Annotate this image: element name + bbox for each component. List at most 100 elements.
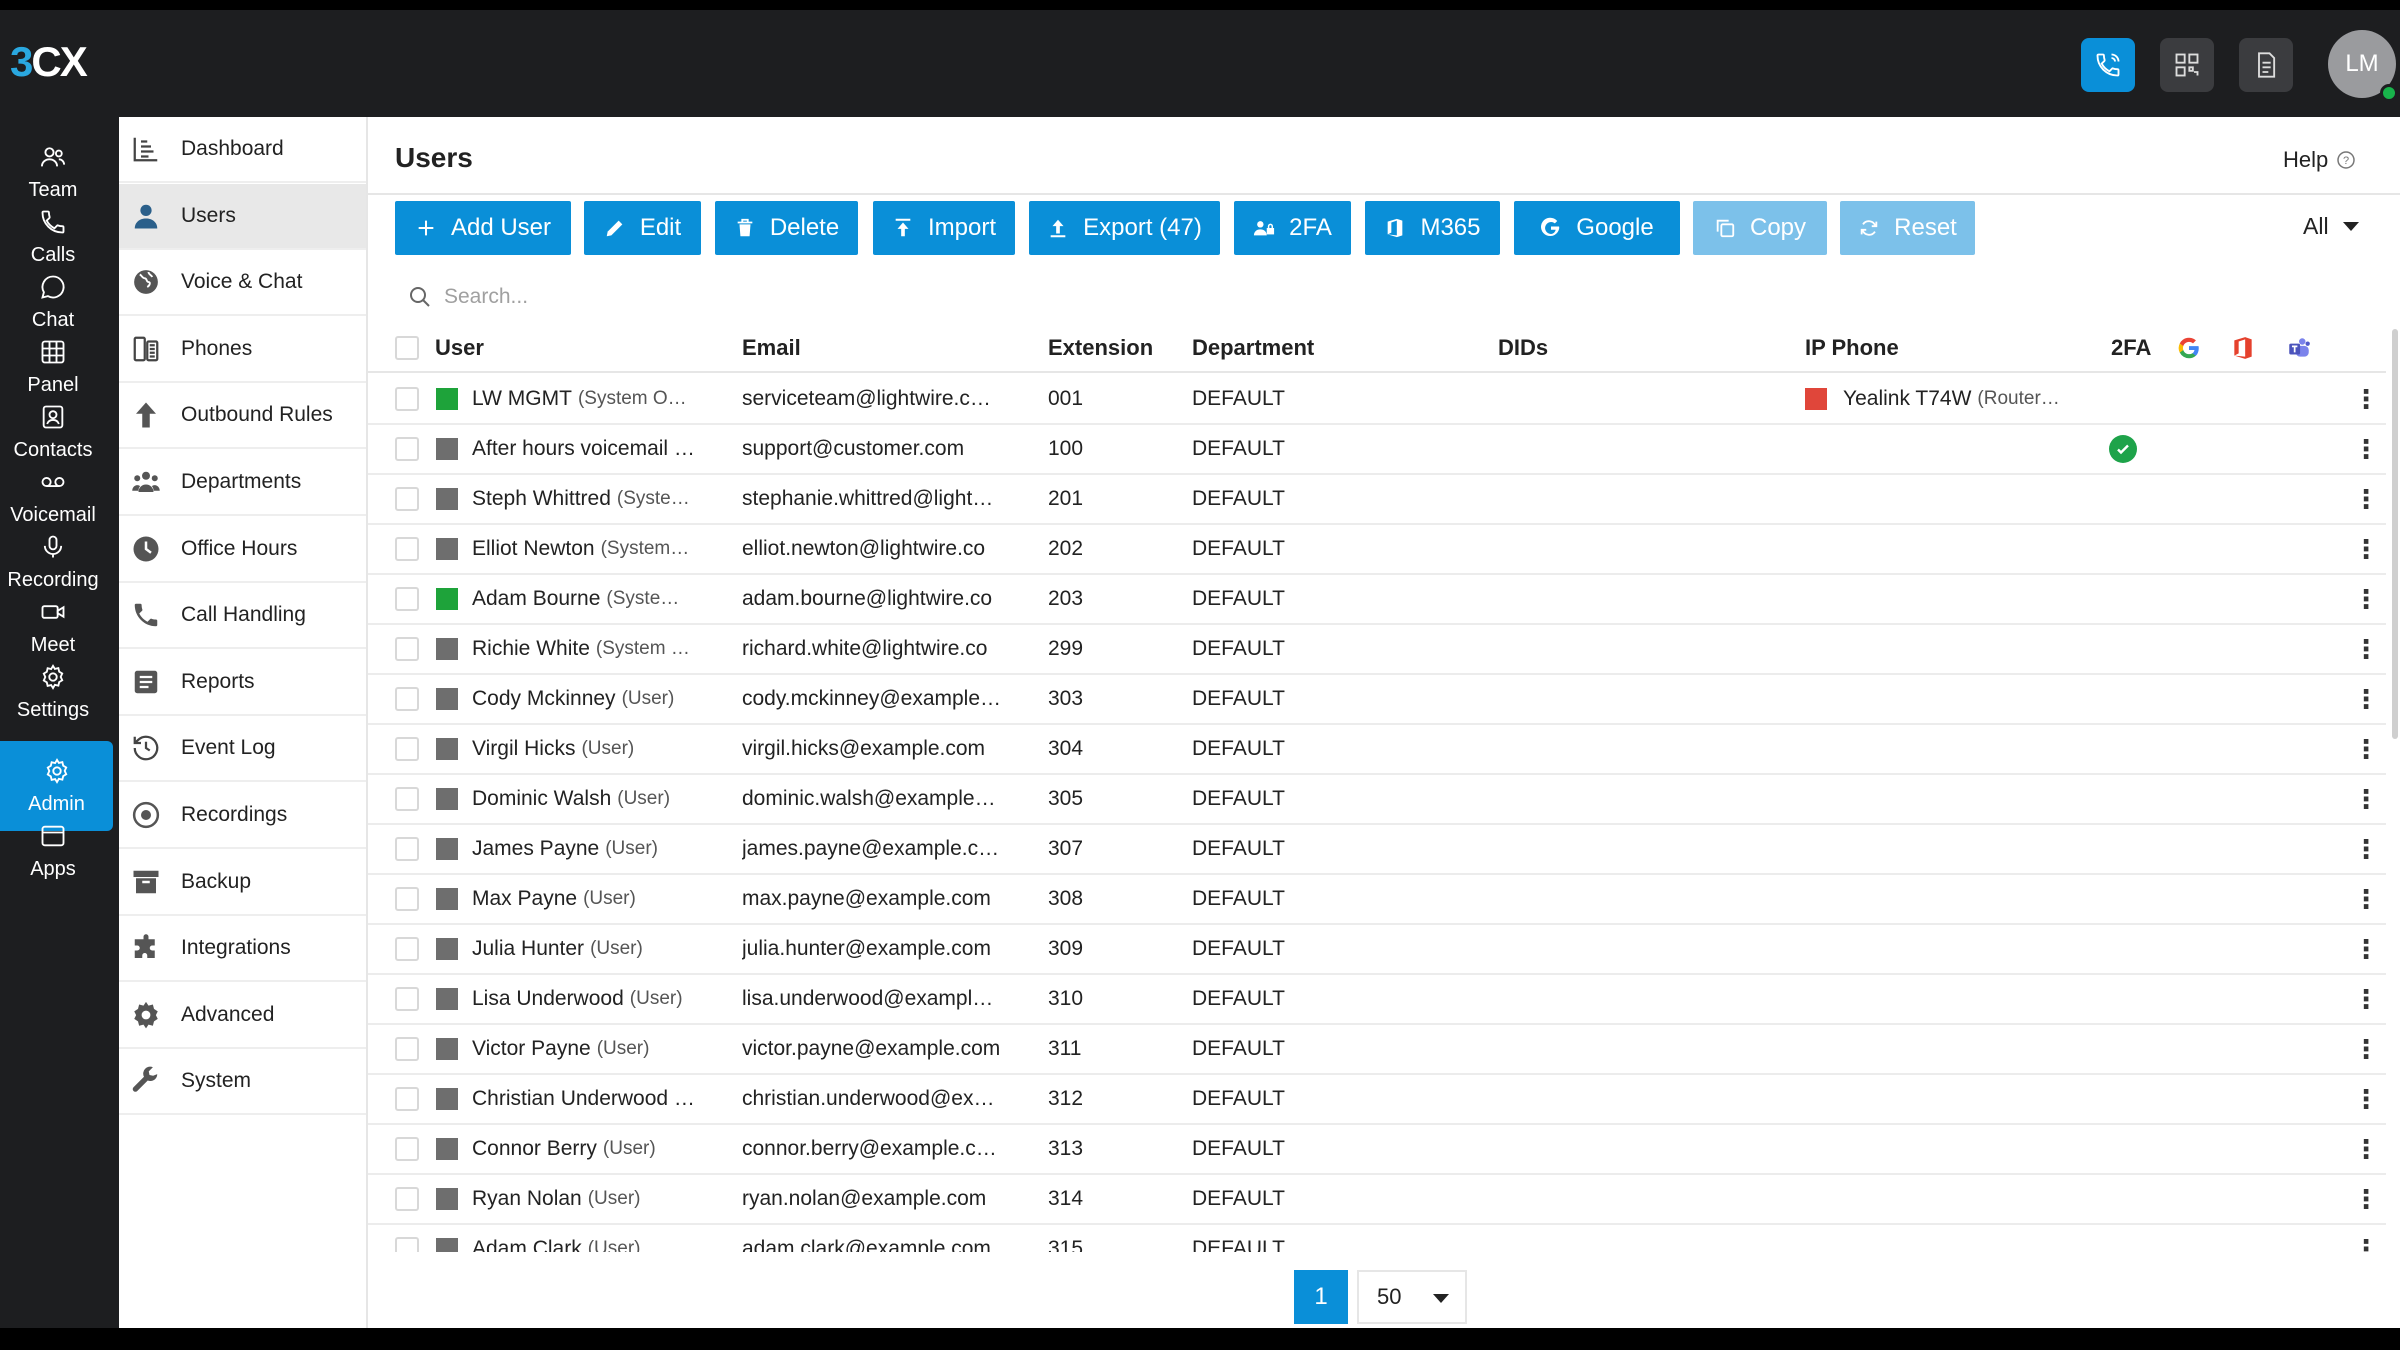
more-options-icon[interactable]: ⋮ [2353, 1086, 2379, 1112]
submenu-item-outbound-rules[interactable]: Outbound Rules [119, 383, 366, 450]
column-header-extension[interactable]: Extension [1048, 325, 1153, 371]
toolbar-button-reset[interactable]: Reset [1840, 201, 1975, 255]
more-options-icon[interactable]: ⋮ [2353, 1036, 2379, 1062]
row-checkbox[interactable] [395, 1237, 419, 1252]
table-row[interactable]: Victor Payne (User) victor.payne@example… [368, 1025, 2386, 1075]
submenu-item-voice-chat[interactable]: Voice & Chat [119, 250, 366, 317]
documents-button[interactable] [2239, 38, 2293, 92]
table-row[interactable]: Richie White (System … richard.white@lig… [368, 625, 2386, 675]
table-row[interactable]: After hours voicemail … support@customer… [368, 425, 2386, 475]
toolbar-button-delete[interactable]: Delete [715, 201, 858, 255]
toolbar-button-import[interactable]: Import [873, 201, 1015, 255]
column-header-2fa[interactable]: 2FA [2111, 325, 2151, 371]
toolbar-button-google[interactable]: Google [1514, 201, 1680, 255]
submenu-item-call-handling[interactable]: Call Handling [119, 583, 366, 650]
more-options-icon[interactable]: ⋮ [2353, 436, 2379, 462]
table-row[interactable]: Steph Whittred (Syste… stephanie.whittre… [368, 475, 2386, 525]
table-row[interactable]: Lisa Underwood (User) lisa.underwood@exa… [368, 975, 2386, 1025]
row-checkbox[interactable] [395, 837, 419, 861]
column-header-dids[interactable]: DIDs [1498, 325, 1548, 371]
table-row[interactable]: LW MGMT (System O… serviceteam@lightwire… [368, 375, 2386, 425]
more-options-icon[interactable]: ⋮ [2353, 536, 2379, 562]
row-checkbox[interactable] [395, 987, 419, 1011]
submenu-item-office-hours[interactable]: Office Hours [119, 517, 366, 583]
table-row[interactable]: Dominic Walsh (User) dominic.walsh@examp… [368, 775, 2386, 825]
submenu-item-backup[interactable]: Backup [119, 850, 366, 916]
table-scrollbar[interactable] [2392, 329, 2398, 739]
table-row[interactable]: James Payne (User) james.payne@example.c… [368, 825, 2386, 875]
search-input[interactable] [444, 285, 844, 309]
table-row[interactable]: Christian Underwood … christian.underwoo… [368, 1075, 2386, 1125]
more-options-icon[interactable]: ⋮ [2353, 986, 2379, 1012]
more-options-icon[interactable]: ⋮ [2353, 836, 2379, 862]
row-checkbox[interactable] [395, 687, 419, 711]
more-options-icon[interactable]: ⋮ [2353, 936, 2379, 962]
row-checkbox[interactable] [395, 937, 419, 961]
more-options-icon[interactable]: ⋮ [2353, 386, 2379, 412]
row-checkbox[interactable] [395, 487, 419, 511]
more-options-icon[interactable]: ⋮ [2353, 1136, 2379, 1162]
submenu-item-users[interactable]: Users [119, 183, 366, 250]
row-checkbox[interactable] [395, 1187, 419, 1211]
row-checkbox[interactable] [395, 587, 419, 611]
table-row[interactable]: Adam Clark (User) adam.clark@example.com… [368, 1225, 2386, 1252]
table-row[interactable]: Virgil Hicks (User) virgil.hicks@example… [368, 725, 2386, 775]
page-size-select[interactable]: 50 [1357, 1270, 1467, 1324]
toolbar-button-2fa[interactable]: 2FA [1234, 201, 1351, 255]
submenu-item-integrations[interactable]: Integrations [119, 916, 366, 983]
row-checkbox[interactable] [395, 787, 419, 811]
more-options-icon[interactable]: ⋮ [2353, 686, 2379, 712]
submenu-item-advanced[interactable]: Advanced [119, 983, 366, 1049]
table-row[interactable]: Adam Bourne (Syste… adam.bourne@lightwir… [368, 575, 2386, 625]
column-header-user[interactable]: User [435, 325, 484, 371]
table-row[interactable]: Julia Hunter (User) julia.hunter@example… [368, 925, 2386, 975]
office-column-header[interactable] [2230, 325, 2256, 371]
more-options-icon[interactable]: ⋮ [2353, 486, 2379, 512]
help-link[interactable]: Help ? [2283, 147, 2356, 173]
table-row[interactable]: Elliot Newton (System… elliot.newton@lig… [368, 525, 2386, 575]
submenu-item-reports[interactable]: Reports [119, 650, 366, 716]
submenu-item-system[interactable]: System [119, 1049, 366, 1116]
more-options-icon[interactable]: ⋮ [2353, 1186, 2379, 1212]
filter-dropdown[interactable]: All [2303, 213, 2359, 240]
submenu-item-event-log[interactable]: Event Log [119, 716, 366, 783]
row-checkbox[interactable] [395, 387, 419, 411]
softphone-button[interactable] [2081, 38, 2135, 92]
column-header-ip-phone[interactable]: IP Phone [1805, 325, 1899, 371]
3cx-logo[interactable]: 3CX [10, 38, 88, 86]
submenu-item-recordings[interactable]: Recordings [119, 783, 366, 849]
toolbar-button-edit[interactable]: Edit [584, 201, 701, 255]
row-checkbox[interactable] [395, 437, 419, 461]
more-options-icon[interactable]: ⋮ [2353, 636, 2379, 662]
column-header-email[interactable]: Email [742, 325, 801, 371]
teams-column-header[interactable] [2286, 325, 2312, 371]
more-options-icon[interactable]: ⋮ [2353, 736, 2379, 762]
submenu-item-departments[interactable]: Departments [119, 450, 366, 516]
row-checkbox[interactable] [395, 887, 419, 911]
rail-item-settings[interactable]: Settings [0, 647, 106, 737]
toolbar-button-add-user[interactable]: Add User [395, 201, 571, 255]
submenu-item-dashboard[interactable]: Dashboard [119, 117, 366, 183]
column-header-department[interactable]: Department [1192, 325, 1314, 371]
more-options-icon[interactable]: ⋮ [2353, 786, 2379, 812]
select-all-checkbox[interactable] [395, 336, 419, 360]
current-page-button[interactable]: 1 [1294, 1270, 1348, 1324]
table-row[interactable]: Connor Berry (User) connor.berry@example… [368, 1125, 2386, 1175]
toolbar-button-export-47[interactable]: Export (47) [1029, 201, 1220, 255]
table-row[interactable]: Cody Mckinney (User) cody.mckinney@examp… [368, 675, 2386, 725]
row-checkbox[interactable] [395, 737, 419, 761]
table-row[interactable]: Max Payne (User) max.payne@example.com 3… [368, 875, 2386, 925]
row-checkbox[interactable] [395, 1087, 419, 1111]
toolbar-button-copy[interactable]: Copy [1693, 201, 1827, 255]
submenu-item-phones[interactable]: Phones [119, 317, 366, 383]
row-checkbox[interactable] [395, 1137, 419, 1161]
qr-code-button[interactable] [2160, 38, 2214, 92]
row-checkbox[interactable] [395, 537, 419, 561]
more-options-icon[interactable]: ⋮ [2353, 1236, 2379, 1252]
table-row[interactable]: Ryan Nolan (User) ryan.nolan@example.com… [368, 1175, 2386, 1225]
toolbar-button-m365[interactable]: M365 [1365, 201, 1500, 255]
more-options-icon[interactable]: ⋮ [2353, 586, 2379, 612]
row-checkbox[interactable] [395, 1037, 419, 1061]
row-checkbox[interactable] [395, 637, 419, 661]
rail-item-apps[interactable]: Apps [0, 806, 106, 896]
